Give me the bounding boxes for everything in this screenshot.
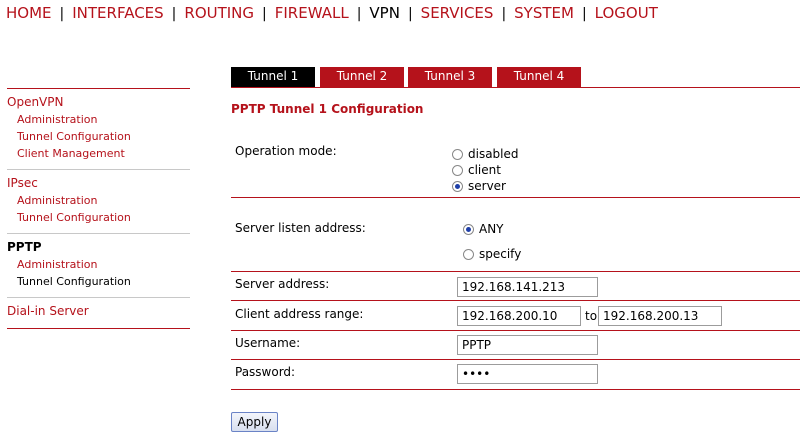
- client-range-from-input[interactable]: 192.168.200.10: [457, 306, 581, 326]
- sidebar-title-ipsec[interactable]: IPsec: [7, 176, 190, 190]
- password-input[interactable]: ••••: [457, 364, 598, 384]
- nav-separator: |: [407, 6, 413, 22]
- radio-circle[interactable]: [452, 180, 463, 192]
- sidebar-item-ipsec-administration[interactable]: Administration: [7, 192, 190, 209]
- username-label: Username:: [235, 336, 301, 350]
- main-content: PPTP Tunnel 1 Configuration Operation mo…: [231, 102, 800, 416]
- radio-disabled[interactable]: disabled: [452, 147, 519, 161]
- row-divider: [231, 330, 800, 331]
- nav-separator: |: [262, 6, 267, 22]
- nav-separator: |: [171, 6, 177, 22]
- tab-underline: [231, 87, 800, 88]
- sidebar-group-ipsec: IPsec Administration Tunnel Configuratio…: [7, 169, 190, 233]
- sidebar-item-pptp-tunnel-configuration[interactable]: Tunnel Configuration: [7, 273, 190, 290]
- radio-client[interactable]: client: [452, 163, 501, 177]
- config-form: Operation mode: disabled client server S…: [231, 116, 800, 416]
- radio-circle[interactable]: [452, 164, 463, 176]
- listen-address-label: Server listen address:: [235, 221, 366, 235]
- client-range-label: Client address range:: [235, 307, 364, 321]
- sidebar-item-openvpn-client-management[interactable]: Client Management: [7, 145, 190, 162]
- nav-firewall[interactable]: FIREWALL: [275, 4, 349, 22]
- sidebar-item-ipsec-tunnel-configuration[interactable]: Tunnel Configuration: [7, 209, 190, 226]
- nav-separator: |: [59, 6, 65, 22]
- sidebar-item-openvpn-tunnel-configuration[interactable]: Tunnel Configuration: [7, 128, 190, 145]
- radio-label: ANY: [479, 222, 504, 236]
- nav-interfaces[interactable]: INTERFACES: [72, 4, 163, 22]
- radio-label: specify: [479, 247, 522, 261]
- operation-mode-label: Operation mode:: [235, 144, 337, 158]
- server-address-input[interactable]: 192.168.141.213: [457, 277, 598, 297]
- nav-separator: |: [581, 6, 587, 22]
- sidebar: OpenVPN Administration Tunnel Configurat…: [7, 88, 190, 329]
- row-divider: [231, 389, 800, 390]
- nav-services[interactable]: SERVICES: [421, 4, 494, 22]
- password-label: Password:: [235, 365, 296, 379]
- page-title: PPTP Tunnel 1 Configuration: [231, 102, 424, 116]
- radio-label: disabled: [468, 147, 519, 161]
- tab-tunnel-2[interactable]: Tunnel 2: [320, 67, 404, 88]
- row-divider: [231, 300, 800, 301]
- nav-home[interactable]: HOME: [6, 4, 52, 22]
- row-divider: [231, 271, 800, 272]
- radio-specify[interactable]: specify: [463, 247, 521, 261]
- tab-tunnel-1[interactable]: Tunnel 1: [231, 67, 315, 88]
- nav-system[interactable]: SYSTEM: [514, 4, 574, 22]
- sidebar-item-pptp-administration[interactable]: Administration: [7, 256, 190, 273]
- nav-separator: |: [501, 6, 507, 22]
- nav-separator: |: [356, 6, 362, 22]
- radio-any[interactable]: ANY: [463, 222, 504, 236]
- username-input[interactable]: PPTP: [457, 335, 598, 355]
- sidebar-title-openvpn[interactable]: OpenVPN: [7, 95, 190, 109]
- client-range-to-input[interactable]: 192.168.200.13: [598, 306, 722, 326]
- nav-routing[interactable]: ROUTING: [184, 4, 254, 22]
- sidebar-group-openvpn: OpenVPN Administration Tunnel Configurat…: [7, 88, 190, 169]
- radio-circle[interactable]: [452, 148, 463, 160]
- sidebar-group-pptp: PPTP Administration Tunnel Configuration: [7, 233, 190, 297]
- top-navigation: HOME | INTERFACES | ROUTING | FIREWALL | VPN | SER…: [6, 4, 658, 24]
- sidebar-group-dialin: Dial-in Server: [7, 297, 190, 329]
- sidebar-item-openvpn-administration[interactable]: Administration: [7, 111, 190, 128]
- nav-logout[interactable]: LOGOUT: [595, 4, 658, 22]
- tab-tunnel-4[interactable]: Tunnel 4: [497, 67, 581, 88]
- nav-vpn[interactable]: VPN: [369, 4, 400, 22]
- apply-button[interactable]: Apply: [231, 412, 278, 432]
- radio-circle[interactable]: [463, 248, 474, 260]
- sidebar-title-pptp[interactable]: PPTP: [7, 240, 190, 254]
- row-divider: [231, 197, 800, 198]
- server-address-label: Server address:: [235, 277, 330, 291]
- radio-label: server: [468, 179, 506, 193]
- radio-circle[interactable]: [463, 223, 474, 235]
- radio-server[interactable]: server: [452, 179, 506, 193]
- tab-tunnel-3[interactable]: Tunnel 3: [408, 67, 492, 88]
- radio-label: client: [468, 163, 501, 177]
- range-to-label: to: [585, 309, 598, 323]
- row-divider: [231, 359, 800, 360]
- sidebar-title-dialin-server[interactable]: Dial-in Server: [7, 304, 190, 318]
